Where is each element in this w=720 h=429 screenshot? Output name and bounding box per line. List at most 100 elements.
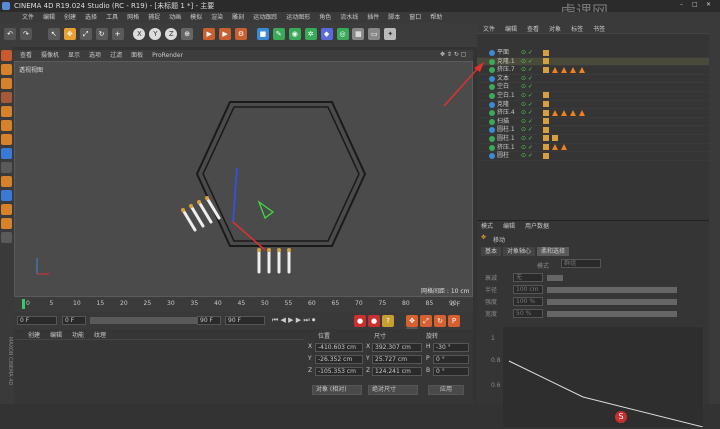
size-field[interactable]: 124.241 cm <box>372 367 422 376</box>
menu-item[interactable]: 窗口 <box>409 12 421 23</box>
menu-item[interactable]: 角色 <box>319 12 331 23</box>
workplane-icon[interactable] <box>1 92 12 103</box>
scene-icon[interactable]: ▦ <box>352 28 365 40</box>
viewport-nav-icons[interactable]: ✥ ⇕ ↻ ▢ <box>440 51 466 58</box>
array-icon[interactable]: ✲ <box>304 28 317 40</box>
material-tag-icon[interactable] <box>579 109 585 116</box>
object-row[interactable]: 克隆.1 ⊙ ✓ <box>477 57 709 67</box>
visibility-check-icon[interactable]: ⊙ ✓ <box>521 135 533 144</box>
material-tab[interactable]: 纹理 <box>90 331 110 340</box>
material-tab[interactable]: 编辑 <box>46 331 66 340</box>
falloff-graph[interactable]: 1 0.8 0.6 <box>491 327 704 428</box>
menu-item[interactable]: 模拟 <box>190 12 202 23</box>
object-manager-tab[interactable]: 查看 <box>523 25 543 34</box>
object-row[interactable]: 挤压.7 ⊙ ✓ <box>477 66 709 75</box>
visibility-check-icon[interactable]: ⊙ ✓ <box>521 101 533 110</box>
material-tag-icon[interactable] <box>552 109 558 116</box>
visibility-check-icon[interactable]: ⊙ ✓ <box>521 75 533 84</box>
menu-item[interactable]: 脚本 <box>388 12 400 23</box>
visibility-check-icon[interactable]: ⊙ ✓ <box>521 58 533 67</box>
object-name[interactable]: 克隆.1 <box>497 58 515 67</box>
polygons-mode-icon[interactable] <box>1 134 12 145</box>
object-name[interactable]: 克隆 <box>497 101 509 110</box>
object-manager-tab[interactable]: 对象 <box>545 25 565 34</box>
viewport-menu-item[interactable]: 选项 <box>89 50 101 61</box>
current-frame-field[interactable]: 0 F <box>62 316 86 325</box>
material-tab[interactable]: 功能 <box>68 331 88 340</box>
attribute-slider[interactable] <box>547 275 563 281</box>
object-tags[interactable] <box>543 118 552 127</box>
material-tag-icon[interactable] <box>552 144 558 151</box>
render-view-icon[interactable]: ▶ <box>203 28 216 40</box>
minimize-icon[interactable]: – <box>680 1 683 8</box>
material-tag-icon[interactable] <box>561 109 567 116</box>
ime-tray-icon[interactable]: S <box>615 411 627 423</box>
menu-item[interactable]: 动画 <box>169 12 181 23</box>
attribute-field-value[interactable]: 无 <box>513 273 543 282</box>
viewport-menu-item[interactable]: 查看 <box>20 50 32 61</box>
menu-item[interactable]: 网格 <box>127 12 139 23</box>
edges-mode-icon[interactable] <box>1 120 12 131</box>
field-icon[interactable]: ◎ <box>336 28 349 40</box>
rotation-field[interactable]: -30 ° <box>433 343 469 352</box>
object-row[interactable]: 空白 ⊙ ✓ <box>477 83 709 92</box>
object-row[interactable]: 挤压.4 ⊙ ✓ <box>477 109 709 118</box>
live-select-icon[interactable]: ↖ <box>47 28 60 40</box>
menu-item[interactable]: 捕捉 <box>148 12 160 23</box>
viewport-menu-item[interactable]: 摄像机 <box>41 50 59 61</box>
tag-icon[interactable] <box>543 58 549 65</box>
maximize-icon[interactable]: □ <box>692 1 698 8</box>
menu-item[interactable]: 流水线 <box>340 12 358 23</box>
coord-system-icon[interactable]: ⊕ <box>181 28 194 40</box>
size-field[interactable]: 25.727 cm <box>372 355 422 364</box>
position-field[interactable]: -26.352 cm <box>315 355 363 364</box>
apply-button[interactable]: 应用 <box>428 385 464 395</box>
object-name[interactable]: 挤压.4 <box>497 109 515 118</box>
grid-icon[interactable] <box>1 232 12 243</box>
object-row[interactable]: 挤压.1 ⊙ ✓ <box>477 144 709 153</box>
make-editable-icon[interactable] <box>1 50 12 61</box>
deformer-icon[interactable]: ◆ <box>320 28 333 40</box>
visibility-check-icon[interactable]: ⊙ ✓ <box>521 83 533 92</box>
snap-icon[interactable] <box>1 176 12 187</box>
menu-item[interactable]: 运动图形 <box>286 12 310 23</box>
tag-icon[interactable] <box>543 118 549 125</box>
texture-mode-icon[interactable] <box>1 78 12 89</box>
viewport-menu-item[interactable]: 显示 <box>68 50 80 61</box>
viewport-menu-item[interactable]: 过滤 <box>110 50 122 61</box>
sculpt-icon[interactable] <box>1 218 12 229</box>
visibility-check-icon[interactable]: ⊙ ✓ <box>521 66 533 75</box>
object-tags[interactable] <box>543 144 570 153</box>
viewport-3d[interactable]: 透视视图 网格间距 : 10 cm <box>14 61 473 297</box>
menu-item[interactable]: 渲染 <box>211 12 223 23</box>
tag-icon[interactable] <box>543 126 549 133</box>
attribute-tab[interactable]: 模式 <box>477 222 497 231</box>
start-frame-field[interactable]: 0 F <box>17 316 57 325</box>
tweak-mode-icon[interactable] <box>1 162 12 173</box>
nurbs-icon[interactable]: ◉ <box>288 28 301 40</box>
menu-item[interactable]: 文件 <box>22 12 34 23</box>
attribute-slider[interactable] <box>547 287 677 293</box>
light-icon[interactable]: ✦ <box>384 28 397 40</box>
object-name[interactable]: 圆柱 <box>497 152 509 161</box>
object-row[interactable]: 平面 ⊙ ✓ <box>477 49 709 58</box>
object-row[interactable]: 文本 ⊙ ✓ <box>477 75 709 84</box>
rotation-field[interactable]: 0 ° <box>433 355 469 364</box>
tag-icon[interactable] <box>543 49 549 56</box>
tag-icon[interactable] <box>543 109 549 116</box>
end-frame-field[interactable]: 90 F <box>197 316 221 325</box>
viewport-menu-item[interactable]: 面板 <box>131 50 143 61</box>
coord-mode-dropdown[interactable]: 对象 (相对) <box>312 385 362 395</box>
object-row[interactable]: 圆柱.1 ⊙ ✓ <box>477 135 709 144</box>
rotate-tool-icon[interactable]: ↻ <box>95 28 108 40</box>
attribute-subtab[interactable]: 对象轴心 <box>503 247 536 256</box>
object-row[interactable]: 克隆 ⊙ ✓ <box>477 101 709 110</box>
material-tag-icon[interactable] <box>561 144 567 151</box>
render-picture-icon[interactable]: ▶ <box>219 28 232 40</box>
object-name[interactable]: 挤压.7 <box>497 66 515 75</box>
object-name[interactable]: 圆柱.1 <box>497 126 515 135</box>
menu-item[interactable]: 选择 <box>85 12 97 23</box>
frame-range-slider[interactable] <box>90 317 212 324</box>
playhead[interactable] <box>22 299 25 309</box>
menu-item[interactable]: 运动跟踪 <box>253 12 277 23</box>
